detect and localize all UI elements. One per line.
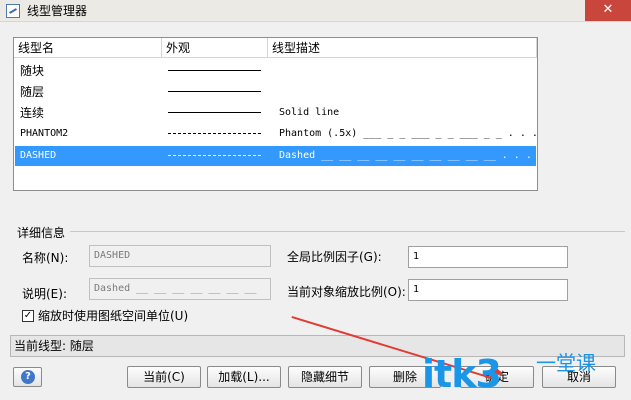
window-title: 线型管理器	[27, 4, 88, 18]
close-button[interactable]: ✕	[585, 0, 631, 21]
column-header-appearance[interactable]: 外观	[162, 38, 268, 58]
linetype-row-byblock[interactable]: 随块	[15, 61, 536, 81]
global-scale-label: 全局比例因子(G):	[287, 250, 382, 264]
linetype-description: Phantom (.5x) ___ _ _ ___ _ _ ___ _ _ . …	[279, 128, 538, 139]
linetype-list[interactable]: 线型名 外观 线型描述 随块 随层 连续 Solid line PHANTOM2…	[13, 37, 538, 191]
linetype-description: Dashed __ __ __ __ __ __ __ __ __ __ . .…	[279, 150, 532, 161]
name-field[interactable]: DASHED	[89, 245, 271, 267]
linetype-preview	[168, 155, 261, 156]
details-group-label: 详细信息	[17, 226, 66, 240]
watermark-subtext: 一堂课	[536, 351, 596, 375]
linetype-preview	[168, 112, 261, 113]
linetype-preview	[168, 91, 261, 92]
description-field[interactable]: Dashed __ __ __ __ __ __ __ __ __	[89, 278, 271, 314]
watermark-logo: itk3	[422, 352, 502, 396]
app-icon	[6, 4, 20, 18]
name-label: 名称(N):	[22, 251, 69, 265]
linetype-row-continuous[interactable]: 连续 Solid line	[15, 103, 536, 123]
paper-space-label[interactable]: 缩放时使用图纸空间单位(U)	[38, 308, 188, 324]
list-header: 线型名 外观 线型描述	[14, 38, 537, 58]
linetype-name: 随层	[20, 85, 45, 99]
hide-details-button[interactable]: 隐藏细节	[288, 366, 362, 388]
linetype-name: 连续	[20, 106, 45, 120]
linetype-description: Solid line	[279, 107, 340, 118]
object-scale-label: 当前对象缩放比例(O):	[287, 285, 406, 299]
object-scale-input[interactable]: 1	[408, 279, 568, 301]
set-current-button[interactable]: 当前(C)	[127, 366, 201, 388]
current-linetype-status: 当前线型: 随层	[10, 335, 625, 357]
linetype-row-dashed[interactable]: DASHED Dashed __ __ __ __ __ __ __ __ __…	[14, 145, 537, 167]
column-header-name[interactable]: 线型名	[14, 38, 162, 58]
linetype-name: DASHED	[20, 150, 57, 161]
description-label: 说明(E):	[22, 287, 67, 301]
load-button[interactable]: 加载(L)...	[207, 366, 281, 388]
column-header-description[interactable]: 线型描述	[268, 38, 537, 58]
help-icon: ?	[21, 370, 35, 384]
linetype-preview	[168, 133, 261, 134]
paper-space-checkbox[interactable]: ✓	[22, 310, 34, 322]
help-button[interactable]: ?	[13, 367, 42, 387]
details-group-divider	[70, 231, 625, 232]
linetype-preview	[168, 70, 261, 71]
title-bar: 线型管理器 ✕	[0, 0, 631, 22]
global-scale-input[interactable]: 1	[408, 246, 568, 268]
linetype-row-bylayer[interactable]: 随层	[15, 82, 536, 102]
linetype-name: PHANTOM2	[20, 128, 69, 139]
linetype-row-phantom2[interactable]: PHANTOM2 Phantom (.5x) ___ _ _ ___ _ _ _…	[15, 124, 538, 144]
linetype-name: 随块	[20, 64, 45, 78]
